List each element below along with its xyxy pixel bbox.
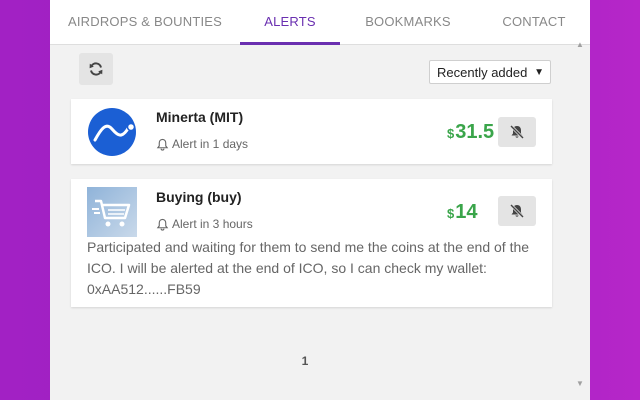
currency-symbol: $ [447,206,455,221]
alert-card: Minerta (MIT) Alert in 1 days $31.5 [71,99,552,164]
tab-bar: AIRDROPS & BOUNTIES ALERTS BOOKMARKS CON… [50,0,590,45]
mute-alert-button[interactable] [498,117,536,147]
bell-icon [156,138,169,151]
tab-contact[interactable]: CONTACT [494,0,574,44]
refresh-button[interactable] [79,53,113,85]
tab-alerts[interactable]: ALERTS [240,0,340,45]
refresh-icon [89,62,103,76]
alert-info: Alert in 3 hours [156,217,253,231]
tab-bookmarks[interactable]: BOOKMARKS [358,0,458,44]
alert-text: Alert in 3 hours [172,217,253,231]
tab-label: BOOKMARKS [365,14,451,29]
pagination-current-page[interactable]: 1 [300,354,310,368]
alert-info: Alert in 1 days [156,137,248,151]
tab-label: ALERTS [264,14,316,29]
alert-text: Alert in 1 days [172,137,249,151]
caret-down-icon: ▼ [534,67,544,78]
coin-price: $14 [447,201,477,224]
bell-icon [156,218,169,231]
alert-note: Participated and waiting for them to sen… [87,239,530,297]
sort-select-value: Recently added [437,65,528,80]
extension-popup: AIRDROPS & BOUNTIES ALERTS BOOKMARKS CON… [50,0,590,400]
coin-name[interactable]: Minerta (MIT) [156,109,243,125]
mute-alert-button[interactable] [498,196,536,226]
bell-slash-icon [509,203,525,219]
tab-label: CONTACT [502,14,566,29]
active-tab-indicator [240,42,340,45]
sort-select[interactable]: Recently added ▼ [429,60,551,84]
alert-card: Buying (buy) Alert in 3 hours $14 Partic… [71,179,552,307]
buying-logo [87,187,137,237]
minerta-logo [87,107,137,157]
tab-airdrops-bounties[interactable]: AIRDROPS & BOUNTIES [64,0,226,44]
tab-label: AIRDROPS & BOUNTIES [67,14,223,29]
scroll-up-arrow[interactable]: ▲ [576,40,584,49]
coin-price: $31.5 [447,121,494,144]
bell-slash-icon [509,124,525,140]
currency-symbol: $ [447,126,455,141]
scroll-down-arrow[interactable]: ▼ [576,379,584,388]
price-value: 31.5 [455,121,495,143]
coin-name[interactable]: Buying (buy) [156,189,242,205]
price-value: 14 [455,201,478,223]
